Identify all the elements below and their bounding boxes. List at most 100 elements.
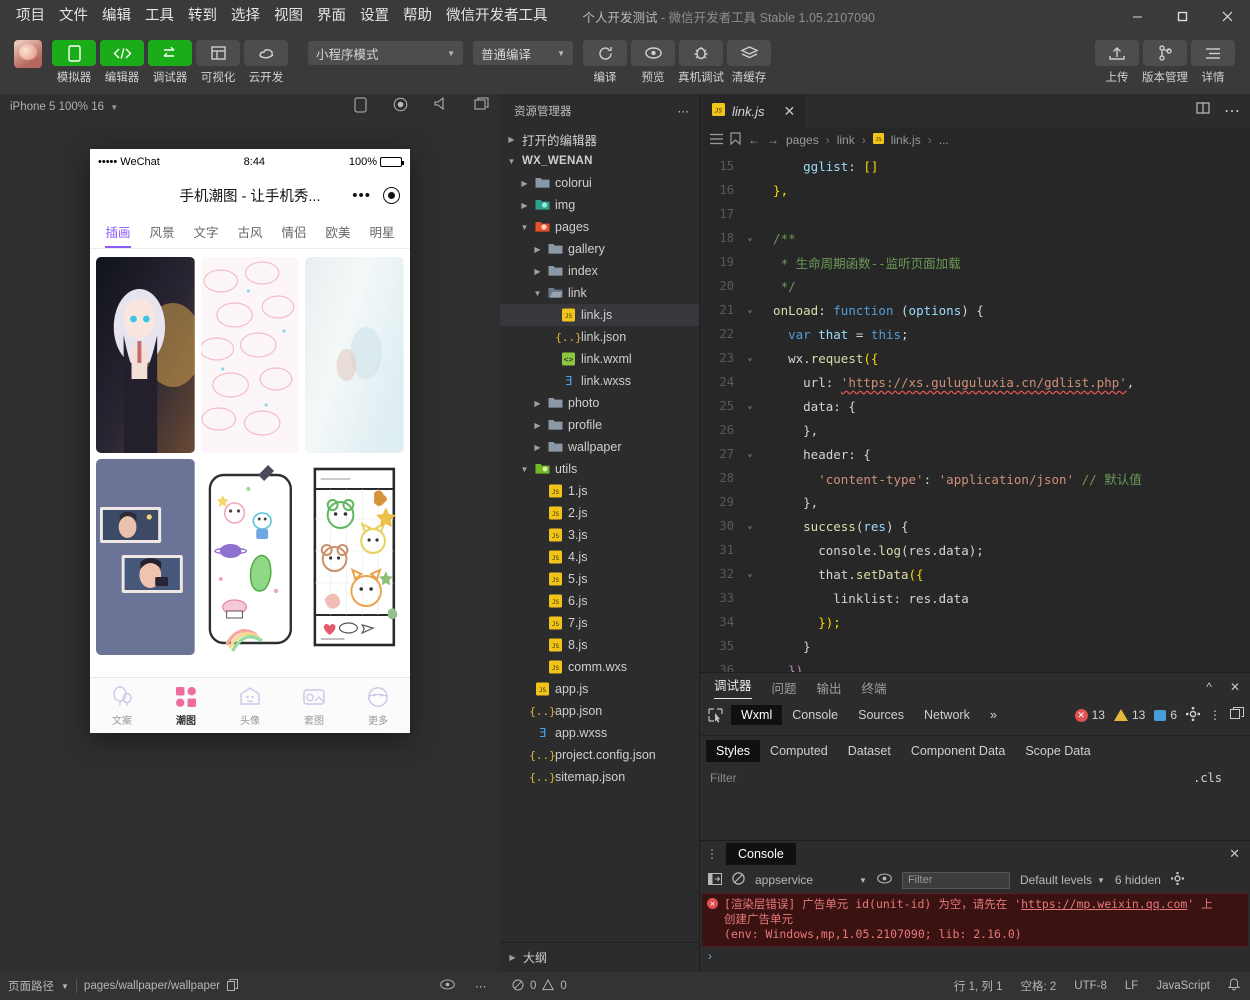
devtools-dock-icon[interactable]: [1230, 707, 1244, 723]
toolbar-layers-button[interactable]: 清缓存: [725, 32, 773, 85]
devtools-more-icon[interactable]: ⋮: [1209, 708, 1221, 722]
fold-chevron-icon[interactable]: ⌄: [742, 449, 758, 459]
breadcrumb-item[interactable]: link.js: [891, 133, 921, 147]
devtools-tab-wxml[interactable]: Wxml: [731, 705, 783, 725]
category-tab-1[interactable]: 风景: [140, 216, 184, 248]
tabbar-item-3[interactable]: 套图: [282, 685, 346, 727]
tree-file-app.js[interactable]: JS app.js: [500, 678, 699, 700]
tree-file-2.js[interactable]: JS 2.js: [500, 502, 699, 524]
menu-item-6[interactable]: 视图: [267, 5, 310, 28]
explorer-more-icon[interactable]: ⋯: [678, 104, 690, 118]
fold-chevron-icon[interactable]: ⌄: [742, 305, 758, 315]
tree-file-comm.wxs[interactable]: JS comm.wxs: [500, 656, 699, 678]
breadcrumb-item[interactable]: pages: [786, 133, 819, 147]
clear-console-icon[interactable]: [732, 872, 745, 888]
devtools-tab-sources[interactable]: Sources: [848, 705, 914, 725]
maximize-button[interactable]: [1160, 0, 1205, 32]
tree-file-link.js[interactable]: JS link.js: [500, 304, 699, 326]
toolbar-phone-button[interactable]: 模拟器: [50, 32, 98, 85]
tree-file-3.js[interactable]: JS 3.js: [500, 524, 699, 546]
gallery-item[interactable]: [200, 459, 300, 655]
more-dots-icon[interactable]: •••: [352, 187, 371, 204]
styles-tab-dataset[interactable]: Dataset: [838, 740, 901, 762]
devtools-settings-icon[interactable]: [1186, 706, 1200, 724]
console-context-select[interactable]: appservice: [755, 873, 813, 887]
category-tab-2[interactable]: 文字: [184, 216, 228, 248]
breadcrumb-item[interactable]: ...: [939, 133, 949, 147]
tabbar-item-2[interactable]: 头像: [218, 685, 282, 727]
tree-file-1.js[interactable]: JS 1.js: [500, 480, 699, 502]
phone-preview-icon[interactable]: [354, 97, 367, 118]
nav-back-icon[interactable]: ←: [748, 133, 760, 147]
tree-file-4.js[interactable]: JS 4.js: [500, 546, 699, 568]
toolbar-code-button[interactable]: 编辑器: [98, 32, 146, 85]
panel-tab-3[interactable]: 终端: [862, 678, 887, 697]
chevron-down-icon[interactable]: ▼: [859, 876, 867, 885]
status-page-path[interactable]: 页面路径 ▼ pages/wallpaper/wallpaper: [0, 978, 239, 994]
tree-file-7.js[interactable]: JS 7.js: [500, 612, 699, 634]
console-settings-icon[interactable]: [1170, 872, 1184, 888]
fold-chevron-icon[interactable]: ⌄: [742, 521, 758, 531]
devtools-tab-console[interactable]: Console: [782, 705, 848, 725]
toolbar-eye-button[interactable]: 预览: [629, 32, 677, 85]
volume-icon[interactable]: [434, 96, 448, 118]
console-drag-handle[interactable]: ⋮: [706, 847, 718, 861]
tree-file-WX_WENAN[interactable]: ▼ WX_WENAN: [500, 150, 699, 172]
tree-folder-profile[interactable]: ▶ profile: [500, 414, 699, 436]
tree-file-sitemap.json[interactable]: {..} sitemap.json: [500, 766, 699, 788]
panel-tab-0[interactable]: 调试器: [714, 675, 752, 699]
outline-toggle-icon[interactable]: [710, 133, 723, 148]
styles-filter-input[interactable]: Filter: [710, 771, 737, 785]
toolbar-debug-button[interactable]: 调试器: [146, 32, 194, 85]
gallery-item[interactable]: [96, 257, 195, 453]
menu-item-4[interactable]: 转到: [181, 5, 224, 28]
info-count[interactable]: 6: [1154, 708, 1177, 722]
notifications-bell-icon[interactable]: [1227, 978, 1241, 994]
breadcrumb-item[interactable]: link: [837, 133, 855, 147]
code-content[interactable]: 15 gglist: [] 16 }, 17 18 ⌄ /** 19 * 生命周期函数--…: [700, 152, 1250, 672]
category-tab-0[interactable]: 插画: [96, 216, 140, 248]
console-error-message[interactable]: ✕ [渲染层错误] 广告单元 id(unit-id) 为空，请先在 'https…: [702, 893, 1248, 947]
tabbar-item-4[interactable]: 更多: [346, 685, 410, 727]
styles-tab-styles[interactable]: Styles: [706, 739, 761, 762]
tree-folder-index[interactable]: ▶ index: [500, 260, 699, 282]
menu-item-8[interactable]: 设置: [353, 5, 396, 28]
split-editor-icon[interactable]: [1196, 101, 1210, 121]
devtools-overflow-button[interactable]: »: [980, 705, 1007, 725]
gallery-item[interactable]: [305, 459, 405, 655]
category-tab-5[interactable]: 欧美: [316, 216, 360, 248]
toolbar-info-list-button[interactable]: 详情: [1189, 32, 1237, 85]
editor-tab-link-js[interactable]: JS link.js ✕: [700, 94, 806, 128]
tabbar-item-1[interactable]: 潮图: [154, 685, 218, 727]
close-console-icon[interactable]: ✕: [1229, 846, 1240, 862]
close-tab-icon[interactable]: ✕: [784, 103, 796, 120]
panel-tab-2[interactable]: 输出: [817, 678, 842, 697]
status-indent[interactable]: 空格: 2: [1021, 978, 1057, 994]
tree-file-5.js[interactable]: JS 5.js: [500, 568, 699, 590]
status-more-icon[interactable]: ⋯: [475, 979, 487, 993]
status-cursor-position[interactable]: 行 1, 列 1: [954, 978, 1003, 994]
category-tab-6[interactable]: 明星: [360, 216, 404, 248]
gallery-item[interactable]: [305, 257, 405, 453]
menu-item-10[interactable]: 微信开发者工具: [439, 5, 555, 28]
error-count[interactable]: ✕ 13: [1074, 708, 1105, 722]
record-icon[interactable]: [393, 97, 408, 118]
collapse-panel-icon[interactable]: ^: [1206, 680, 1212, 694]
toolbar-branch-button[interactable]: 版本管理: [1141, 32, 1189, 85]
close-panel-icon[interactable]: ✕: [1230, 680, 1240, 694]
minimize-button[interactable]: [1115, 0, 1160, 32]
menu-item-0[interactable]: 项目: [9, 5, 52, 28]
status-encoding[interactable]: UTF-8: [1074, 980, 1107, 992]
toolbar-cloud-button[interactable]: 云开发: [242, 32, 290, 85]
cls-button[interactable]: .cls: [1193, 771, 1222, 785]
panel-tab-1[interactable]: 问题: [772, 678, 797, 697]
tree-file-app.wxss[interactable]: Ǝapp.wxss: [500, 722, 699, 744]
menu-item-1[interactable]: 文件: [52, 5, 95, 28]
tree-folder-colorui[interactable]: ▶ colorui: [500, 172, 699, 194]
menu-item-3[interactable]: 工具: [138, 5, 181, 28]
tree-folder-utils[interactable]: ▼ utils: [500, 458, 699, 480]
fold-chevron-icon[interactable]: ⌄: [742, 569, 758, 579]
tabbar-item-0[interactable]: 文案: [90, 685, 154, 727]
chevron-down-icon[interactable]: ▼: [61, 982, 69, 991]
close-button[interactable]: [1205, 0, 1250, 32]
